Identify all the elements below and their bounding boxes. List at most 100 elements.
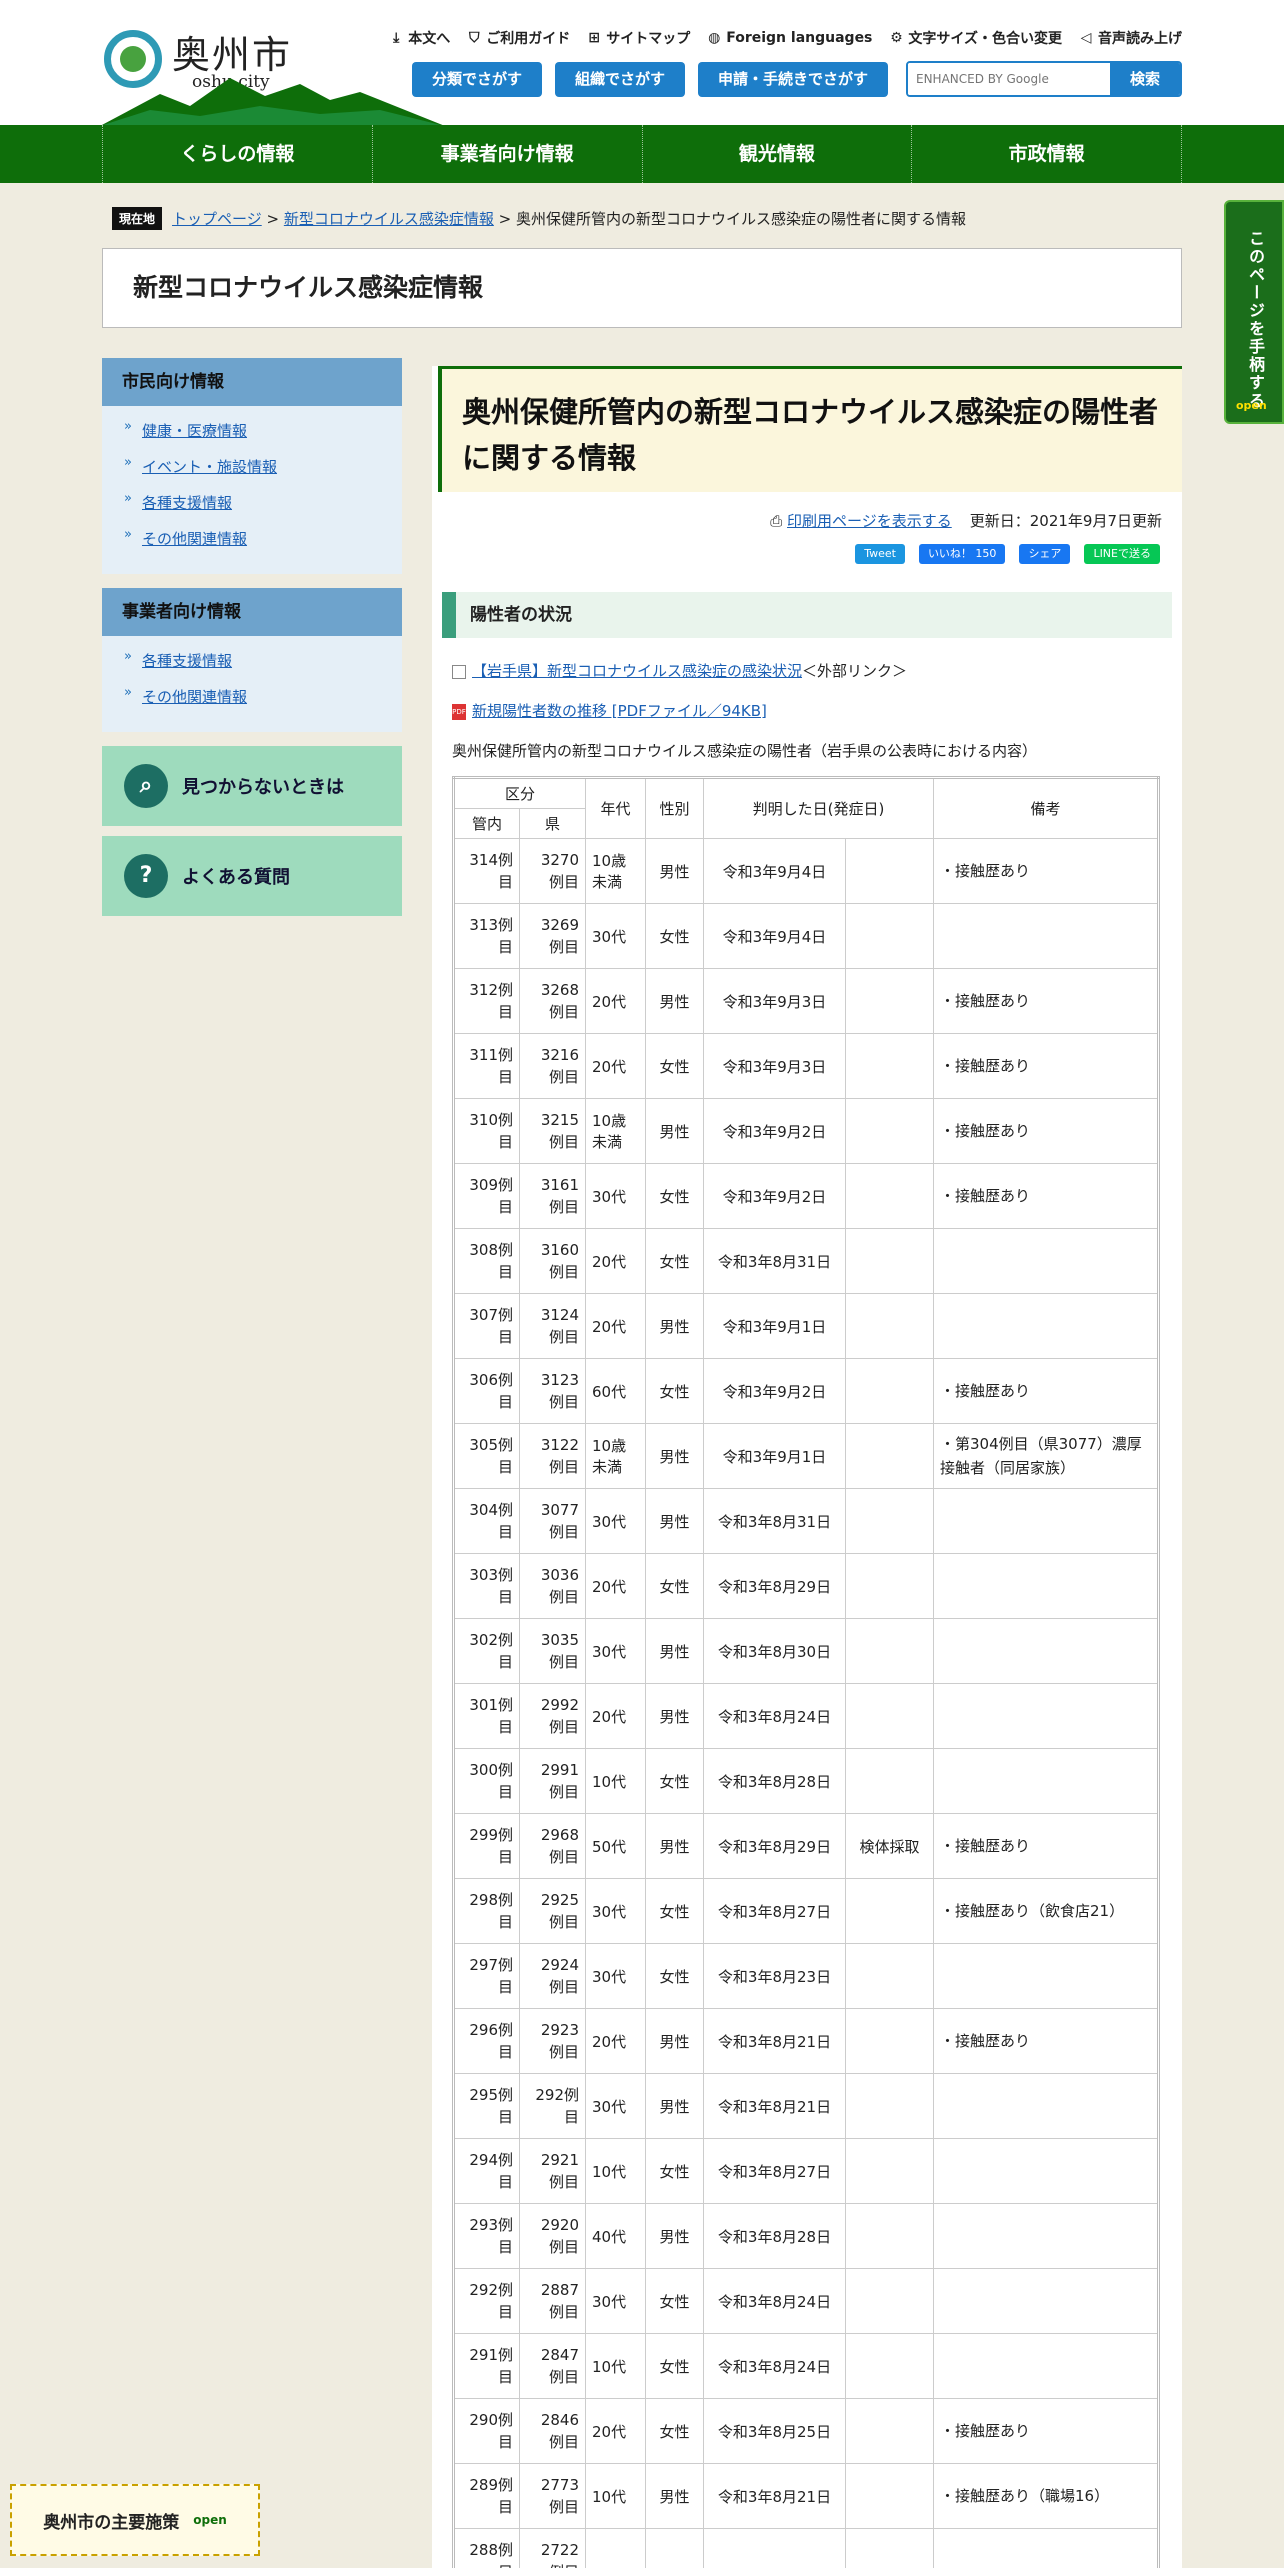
cell-local: 293例目 bbox=[453, 2203, 520, 2269]
search-button[interactable]: 検索 bbox=[1110, 63, 1180, 95]
cell-age: 20代 bbox=[585, 2398, 646, 2464]
search-by-category-button[interactable]: 分類でさがす bbox=[412, 62, 542, 97]
cell-date: 令和3年8月27日 bbox=[703, 1878, 846, 1944]
cell-date: 令和3年9月3日 bbox=[703, 968, 846, 1034]
sidebar-item: その他関連情報 bbox=[124, 685, 402, 707]
cell-age: 30代 bbox=[585, 2268, 646, 2334]
sidebar-link-biz-support[interactable]: 各種支援情報 bbox=[142, 652, 232, 670]
cell-note: ・接触歴あり（飲食店21） bbox=[933, 1878, 1159, 1944]
header-sex: 性別 bbox=[645, 777, 704, 839]
cell-local: 291例目 bbox=[453, 2333, 520, 2399]
cell-note bbox=[933, 1488, 1159, 1554]
cell-local: 307例目 bbox=[453, 1293, 520, 1359]
cell-inspection bbox=[845, 1748, 934, 1814]
cell-local: 299例目 bbox=[453, 1813, 520, 1879]
cell-pref: 3077例目 bbox=[519, 1488, 586, 1554]
breadcrumb-covid-link[interactable]: 新型コロナウイルス感染症情報 bbox=[284, 210, 494, 228]
search-category-buttons: 分類でさがす 組織でさがす 申請・手続きでさがす bbox=[412, 62, 888, 97]
pdf-trend-link[interactable]: 新規陽性者数の推移 [PDFファイル／94KB] bbox=[472, 702, 767, 720]
faq-button[interactable]: ? よくある質問 bbox=[102, 836, 402, 916]
cell-inspection bbox=[845, 2463, 934, 2529]
search-input[interactable] bbox=[908, 63, 1110, 95]
page-tab-widget[interactable]: このページを手柄する open bbox=[1224, 200, 1284, 424]
section-heading: 陽性者の状況 bbox=[442, 592, 1172, 638]
table-row: 290例目 2846例目 20代 女性 令和3年8月25日 ・接触歴あり bbox=[453, 2398, 1159, 2464]
cell-sex: 男性 bbox=[645, 1618, 704, 1684]
cell-note: ・接触歴あり bbox=[933, 1033, 1159, 1099]
cell-date: 令和3年8月24日 bbox=[703, 2333, 846, 2399]
cell-note: ・接触歴あり bbox=[933, 838, 1159, 904]
tweet-button[interactable]: Tweet bbox=[855, 544, 905, 564]
gnav-living[interactable]: くらしの情報 bbox=[103, 125, 373, 183]
table-row: 292例目 2887例目 30代 女性 令和3年8月24日 bbox=[453, 2268, 1159, 2334]
util-guide-link[interactable]: ⛉ ご利用ガイド bbox=[466, 28, 570, 48]
util-skip-link[interactable]: ⤓ 本文へ bbox=[388, 28, 450, 48]
util-font-color-link[interactable]: ⚙ 文字サイズ・色合い変更 bbox=[888, 28, 1062, 48]
cell-note: ・接触歴あり bbox=[933, 1098, 1159, 1164]
print-link[interactable]: 印刷用ページを表示する bbox=[787, 512, 952, 530]
breadcrumb-current: 奥州保健所管内の新型コロナウイルス感染症の陽性者に関する情報 bbox=[515, 210, 966, 228]
util-voice-link[interactable]: ◁ 音声読み上げ bbox=[1078, 28, 1182, 48]
cell-local: 306例目 bbox=[453, 1358, 520, 1424]
table-row: 297例目 2924例目 30代 女性 令和3年8月23日 bbox=[453, 1943, 1159, 2009]
cell-sex: 男性 bbox=[645, 1488, 704, 1554]
cell-pref: 2846例目 bbox=[519, 2398, 586, 2464]
breadcrumb-top-link[interactable]: トップページ bbox=[172, 210, 262, 228]
sidebar-link-other[interactable]: その他関連情報 bbox=[142, 530, 247, 548]
cell-local: 294例目 bbox=[453, 2138, 520, 2204]
cell-date: 令和3年8月21日 bbox=[703, 2463, 846, 2529]
gnav-tourism[interactable]: 観光情報 bbox=[643, 125, 913, 183]
cell-sex: 男性 bbox=[645, 2203, 704, 2269]
cell-note bbox=[933, 1618, 1159, 1684]
cell-inspection bbox=[845, 1423, 934, 1489]
cell-pref: 2925例目 bbox=[519, 1878, 586, 1944]
cell-inspection bbox=[845, 2073, 934, 2139]
line-button[interactable]: LINEで送る bbox=[1084, 544, 1160, 564]
cell-local: 295例目 bbox=[453, 2073, 520, 2139]
not-found-button[interactable]: ⌕ 見つからないときは bbox=[102, 746, 402, 826]
down-arrow-icon: ⤓ bbox=[393, 30, 400, 46]
table-row: 310例目 3215例目 10歳未満 男性 令和3年9月2日 ・接触歴あり bbox=[453, 1098, 1159, 1164]
search-by-organization-button[interactable]: 組織でさがす bbox=[555, 62, 685, 97]
cell-sex: 女性 bbox=[645, 1943, 704, 2009]
search-by-procedure-button[interactable]: 申請・手続きでさがす bbox=[698, 62, 888, 97]
cell-age: 30代 bbox=[585, 1943, 646, 2009]
sidebar-item: 健康・医療情報 bbox=[124, 419, 402, 441]
cell-note bbox=[933, 2073, 1159, 2139]
question-icon: ? bbox=[124, 854, 168, 898]
util-sitemap-link[interactable]: ⊞ サイトマップ bbox=[586, 28, 690, 48]
table-row: 304例目 3077例目 30代 男性 令和3年8月31日 bbox=[453, 1488, 1159, 1554]
cell-note: ・接触歴あり bbox=[933, 968, 1159, 1034]
table-row: 307例目 3124例目 20代 男性 令和3年9月1日 bbox=[453, 1293, 1159, 1359]
sidebar-link-events[interactable]: イベント・施設情報 bbox=[142, 458, 277, 476]
gnav-city-government[interactable]: 市政情報 bbox=[912, 125, 1182, 183]
cell-age: 40代 bbox=[585, 2203, 646, 2269]
page-tab-label: このページを手柄する bbox=[1246, 230, 1265, 410]
cell-local: 311例目 bbox=[453, 1033, 520, 1099]
cell-local: 297例目 bbox=[453, 1943, 520, 2009]
cell-age: 10歳未満 bbox=[585, 1098, 646, 1164]
cell-date: 令和3年9月3日 bbox=[703, 1033, 846, 1099]
sidebar-link-biz-other[interactable]: その他関連情報 bbox=[142, 688, 247, 706]
gnav-business[interactable]: 事業者向け情報 bbox=[373, 125, 643, 183]
table-body: 314例目 3270例目 10歳未満 男性 令和3年9月4日 ・接触歴あり 313例目 326… bbox=[453, 838, 1159, 2568]
sidebar-link-support[interactable]: 各種支援情報 bbox=[142, 494, 232, 512]
table-row: 289例目 2773例目 10代 男性 令和3年8月21日 ・接触歴あり（職場16） bbox=[453, 2463, 1159, 2529]
main-content: 奥州保健所管内の新型コロナウイルス感染症の陽性者に関する情報 ⎙ 印刷用ページを… bbox=[432, 366, 1182, 2568]
main-policy-widget[interactable]: 奥州市の主要施策 open bbox=[10, 2484, 260, 2556]
breadcrumb-trail: トップページ > 新型コロナウイルス感染症情報 > 奥州保健所管内の新型コロナウ… bbox=[172, 210, 966, 228]
cell-pref: 3161例目 bbox=[519, 1163, 586, 1229]
sidebar-link-health[interactable]: 健康・医療情報 bbox=[142, 422, 247, 440]
cell-pref: 3160例目 bbox=[519, 1228, 586, 1294]
util-foreign-link[interactable]: ◍ Foreign languages bbox=[706, 28, 872, 48]
header-date: 判明した日(発症日) bbox=[703, 777, 934, 839]
share-button[interactable]: シェア bbox=[1019, 544, 1071, 564]
cell-sex: 女性 bbox=[645, 1878, 704, 1944]
iwate-status-link[interactable]: 【岩手県】新型コロナウイルス感染症の感染状況 bbox=[472, 662, 802, 680]
cell-sex: 女性 bbox=[645, 2333, 704, 2399]
like-button[interactable]: いいね！ 150 bbox=[918, 544, 1006, 564]
sidebar: 市民向け情報 健康・医療情報 イベント・施設情報 各種支援情報 その他関連情報 … bbox=[102, 358, 402, 926]
positive-cases-table: 区分 年代 性別 判明した日(発症日) 備考 管内 県 314例目 3270例目 1… bbox=[452, 776, 1160, 2568]
category-title: 新型コロナウイルス感染症情報 bbox=[102, 248, 1182, 328]
table-row: 295例目 292例目 30代 男性 令和3年8月21日 bbox=[453, 2073, 1159, 2139]
